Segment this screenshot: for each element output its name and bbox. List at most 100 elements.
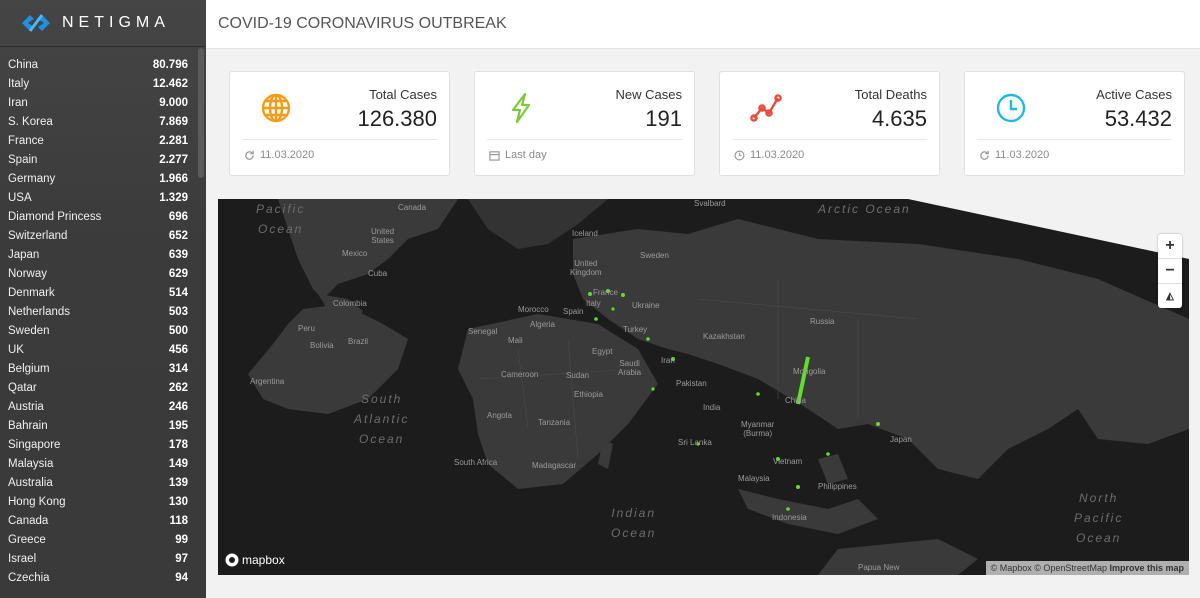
card-footer: 11.03.2020 [244, 149, 314, 161]
country-count: 139 [168, 476, 188, 489]
country-row[interactable]: UK 456 [0, 340, 198, 359]
map-label: India [703, 403, 721, 412]
page-header: COVID-19 CORONAVIRUS OUTBREAK [206, 0, 1200, 49]
map-label: Ukraine [632, 301, 660, 310]
country-name: France [8, 134, 44, 147]
zoom-out-button[interactable]: − [1158, 259, 1182, 284]
map-label: Pakistan [676, 379, 707, 388]
mapbox-logo-text: mapbox [242, 553, 285, 567]
country-row[interactable]: Italy 12.462 [0, 74, 198, 93]
country-row[interactable]: Hong Kong 130 [0, 492, 198, 511]
refresh-icon [980, 150, 989, 160]
mapbox-logo-icon [225, 553, 239, 567]
country-count: 629 [168, 267, 188, 280]
country-row[interactable]: France 2.281 [0, 131, 198, 150]
country-count: 246 [168, 400, 188, 413]
card-divider [242, 139, 437, 140]
improve-map-link[interactable]: Improve this map [1109, 563, 1184, 573]
map-zoom-controls: + − ◭ [1158, 234, 1182, 308]
map-label: Ethiopia [574, 390, 603, 399]
country-count: 195 [168, 419, 188, 432]
country-row[interactable]: Belgium 314 [0, 359, 198, 378]
country-name: Japan [8, 248, 40, 261]
country-name: Spain [8, 153, 38, 166]
compass-button[interactable]: ◭ [1158, 284, 1182, 308]
country-row[interactable]: Diamond Princess 696 [0, 207, 198, 226]
card-footer: 11.03.2020 [734, 149, 804, 161]
country-count: 652 [168, 229, 188, 242]
country-name: Sweden [8, 324, 50, 337]
country-count: 2.277 [159, 153, 188, 166]
country-row[interactable]: Sweden 500 [0, 321, 198, 340]
country-row[interactable]: Australia 139 [0, 473, 198, 492]
country-row[interactable]: Malaysia 149 [0, 454, 198, 473]
new-cases-card: New Cases 191 Last day [474, 71, 695, 176]
country-count: 178 [168, 438, 188, 451]
card-footer: 11.03.2020 [979, 149, 1049, 161]
map-label: China [785, 396, 806, 405]
country-count: 12.462 [152, 77, 188, 90]
map-label: Canada [398, 203, 427, 212]
brand-name: NETIGMA [62, 14, 170, 31]
country-row[interactable]: Norway 629 [0, 264, 198, 283]
map-label: Russia [810, 317, 835, 326]
osm-attribution-link[interactable]: © OpenStreetMap [1034, 563, 1107, 573]
sidebar-scrollbar[interactable] [198, 48, 204, 178]
country-row[interactable]: Japan 639 [0, 245, 198, 264]
country-count: 639 [168, 248, 188, 261]
country-name: Germany [8, 172, 56, 185]
card-label: Total Cases [369, 87, 437, 102]
country-row[interactable]: Czechia 94 [0, 568, 198, 587]
mapbox-attribution-link[interactable]: © Mapbox [991, 563, 1032, 573]
map-attribution: © Mapbox © OpenStreetMap Improve this ma… [985, 561, 1189, 575]
country-name: Czechia [8, 571, 50, 584]
map-label: Svalbard [694, 199, 726, 208]
map-label: Tanzania [538, 418, 571, 427]
map-label: Argentina [250, 377, 285, 386]
mapbox-logo[interactable]: mapbox [225, 553, 285, 567]
country-row[interactable]: Bahrain 195 [0, 416, 198, 435]
country-name: Switzerland [8, 229, 68, 242]
total-deaths-card: Total Deaths 4.635 11.03.2020 [719, 71, 940, 176]
zoom-in-button[interactable]: + [1158, 234, 1182, 259]
country-name: Canada [8, 514, 49, 527]
map-label: Mongolia [793, 367, 826, 376]
country-count: 97 [175, 552, 188, 565]
country-row[interactable]: Germany 1.966 [0, 169, 198, 188]
country-name: Bahrain [8, 419, 48, 432]
country-row[interactable]: Austria 246 [0, 397, 198, 416]
map-label: Angola [487, 411, 512, 420]
globe-icon [261, 93, 291, 123]
country-row[interactable]: Iran 9.000 [0, 93, 198, 112]
country-row[interactable]: Denmark 514 [0, 283, 198, 302]
compass-icon: ◭ [1166, 290, 1174, 302]
ocean-label: Pacific Ocean [256, 202, 306, 236]
card-label: New Cases [615, 87, 682, 102]
country-row[interactable]: Qatar 262 [0, 378, 198, 397]
card-value: 4.635 [871, 106, 927, 131]
world-map[interactable]: Canada Svalbard United States Mexico Cub… [218, 199, 1189, 575]
ocean-label: North Pacific Ocean [1074, 491, 1124, 545]
brand-header[interactable]: NETIGMA [0, 0, 206, 47]
country-row[interactable]: Spain 2.277 [0, 150, 198, 169]
country-row[interactable]: S. Korea 7.869 [0, 112, 198, 131]
card-label: Total Deaths [854, 87, 927, 102]
map-label: Sri Lanka [678, 438, 712, 447]
map-label: Morocco [518, 305, 549, 314]
country-row[interactable]: China 80.796 [0, 55, 198, 74]
country-row[interactable]: Israel 97 [0, 549, 198, 568]
country-row[interactable]: Switzerland 652 [0, 226, 198, 245]
map-label: Madagascar [532, 461, 577, 470]
country-row[interactable]: Canada 118 [0, 511, 198, 530]
sidebar: NETIGMA China 80.796 Italy 12.462 Iran 9.000 S… [0, 0, 206, 598]
country-name: Singapore [8, 438, 61, 451]
country-row[interactable]: Greece 99 [0, 530, 198, 549]
ocean-label: Indian Ocean [611, 506, 657, 540]
country-name: China [8, 58, 39, 71]
country-row[interactable]: Netherlands 503 [0, 302, 198, 321]
country-count: 7.869 [159, 115, 188, 128]
calendar-icon [489, 150, 500, 161]
country-row[interactable]: USA 1.329 [0, 188, 198, 207]
country-row[interactable]: Singapore 178 [0, 435, 198, 454]
country-name: Israel [8, 552, 37, 565]
